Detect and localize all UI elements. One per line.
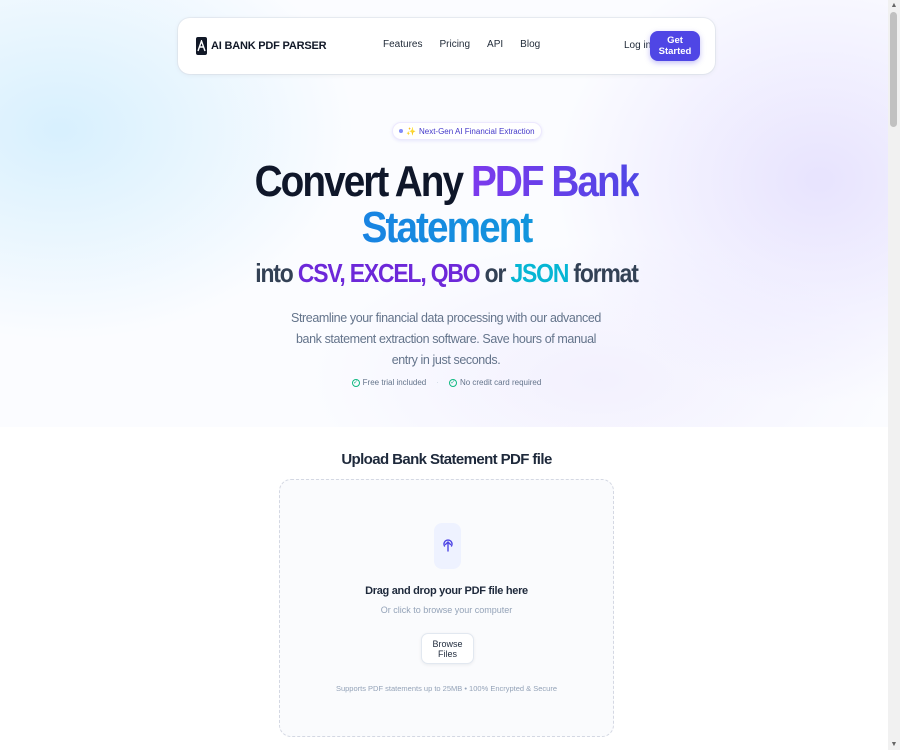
scroll-down-icon[interactable]: ▼ <box>888 741 900 748</box>
headline-text-highlight: PDF Bank <box>470 157 640 206</box>
navbar: AI BANK PDF PARSER Features Pricing API … <box>178 18 715 74</box>
trust-separator: · <box>436 378 439 387</box>
nav-link-blog[interactable]: Blog <box>520 39 540 50</box>
format-csv: CSV, <box>297 258 346 288</box>
upload-section-title: Upload Bank Statement PDF file <box>341 451 552 468</box>
logo-mark-icon <box>196 37 207 55</box>
trust-indicators: ✓ Free trial included · ✓ No credit card… <box>0 378 893 387</box>
page: AI BANK PDF PARSER Features Pricing API … <box>0 0 888 750</box>
dropzone-title: Drag and drop your PDF file here <box>365 585 528 597</box>
headline-line-2: Statement <box>54 206 840 250</box>
upload-dropzone[interactable]: Drag and drop your PDF file here Or clic… <box>279 479 614 737</box>
nav-link-api[interactable]: API <box>487 39 503 50</box>
hero-badge: ✨ Next-Gen AI Financial Extraction <box>392 122 542 140</box>
login-link[interactable]: Log in <box>624 40 651 51</box>
trust-label: No credit card required <box>459 378 542 387</box>
format-or: or <box>479 258 511 288</box>
scrollbar[interactable]: ▲ ▼ <box>888 0 900 750</box>
format-line: into CSV, EXCEL, QBO or JSON format <box>54 258 840 289</box>
hero-headline: Convert Any PDF Bank Statement into CSV,… <box>0 158 893 289</box>
format-qbo: QBO <box>425 258 481 288</box>
trust-item-free-trial: ✓ Free trial included <box>351 378 427 387</box>
cloud-upload-icon <box>441 535 455 558</box>
hero-subtitle: Streamline your financial data processin… <box>291 311 601 367</box>
badge-dot <box>399 129 403 133</box>
nav-links: Features Pricing API Blog <box>383 39 540 50</box>
nav-link-pricing[interactable]: Pricing <box>439 39 470 50</box>
dropzone-footer: Supports PDF statements up to 25MB • 100… <box>335 684 558 693</box>
dropzone-subtitle: Or click to browse your computer <box>380 605 513 615</box>
sparkle-icon: ✨ <box>406 126 416 136</box>
format-suffix: format <box>568 258 638 288</box>
scrollbar-thumb[interactable] <box>890 12 897 127</box>
scroll-up-icon[interactable]: ▲ <box>888 2 900 9</box>
format-json: JSON <box>510 258 569 288</box>
browse-files-button[interactable]: Browse Files <box>421 633 474 664</box>
badge-label: Next-Gen AI Financial Extraction <box>418 126 535 136</box>
check-circle-icon: ✓ <box>448 378 457 387</box>
nav-link-features[interactable]: Features <box>383 39 422 50</box>
upload-icon-container <box>434 523 461 569</box>
format-into: into <box>255 258 298 288</box>
brand-logo[interactable]: AI BANK PDF PARSER <box>196 37 327 55</box>
format-excel: EXCEL, <box>344 258 427 288</box>
trust-label: Free trial included <box>362 378 427 387</box>
get-started-button[interactable]: Get Started <box>650 31 700 61</box>
brand-name: AI BANK PDF PARSER <box>211 40 327 52</box>
headline-line-1: Convert Any PDF Bank <box>54 158 840 206</box>
headline-text-dark: Convert Any <box>254 157 471 206</box>
check-circle-icon: ✓ <box>351 378 360 387</box>
trust-item-no-card: ✓ No credit card required <box>448 378 542 387</box>
